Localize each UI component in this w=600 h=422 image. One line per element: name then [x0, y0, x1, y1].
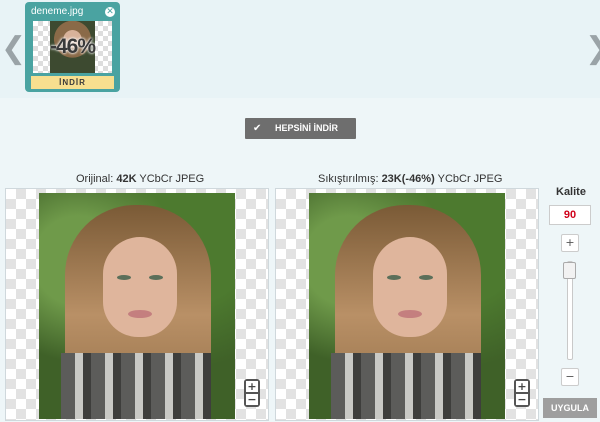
zoom-out-icon[interactable]: −: [246, 394, 258, 405]
download-button[interactable]: İNDİR: [31, 76, 114, 89]
compressed-image-panel[interactable]: + −: [275, 188, 539, 421]
quality-increase-button[interactable]: +: [561, 234, 579, 252]
quality-label: Kalite: [556, 186, 586, 198]
download-all-label: HEPSİNİ İNDİR: [275, 123, 339, 133]
compressed-caption: Sıkıştırılmış: 23K(-46%) YCbCr JPEG: [318, 173, 503, 185]
quality-slider-handle[interactable]: [563, 262, 576, 279]
file-name: deneme.jpg: [31, 6, 84, 17]
zoom-in-icon[interactable]: +: [516, 381, 528, 392]
chevron-left-icon[interactable]: ❮: [1, 34, 26, 64]
chevron-right-icon[interactable]: ❯: [585, 34, 600, 64]
zoom-out-icon[interactable]: −: [516, 394, 528, 405]
file-thumbnail: -46%: [33, 21, 112, 73]
close-icon[interactable]: ✕: [105, 7, 115, 17]
original-caption: Orijinal: 42K YCbCr JPEG: [76, 173, 205, 185]
download-all-button[interactable]: ✔ HEPSİNİ İNDİR: [245, 118, 356, 139]
original-image-panel[interactable]: + −: [5, 188, 269, 421]
original-zoom-controls: + −: [244, 379, 260, 407]
quality-decrease-button[interactable]: −: [561, 368, 579, 386]
original-photo: [39, 193, 235, 419]
compression-percent: -46%: [49, 35, 96, 58]
zoom-in-icon[interactable]: +: [246, 381, 258, 392]
quality-value[interactable]: 90: [549, 205, 591, 225]
compressed-photo: [309, 193, 505, 419]
file-card[interactable]: deneme.jpg ✕ -46% İNDİR: [25, 2, 120, 92]
check-icon: ✔: [253, 123, 262, 134]
compressed-zoom-controls: + −: [514, 379, 530, 407]
apply-button[interactable]: UYGULA: [543, 398, 597, 418]
